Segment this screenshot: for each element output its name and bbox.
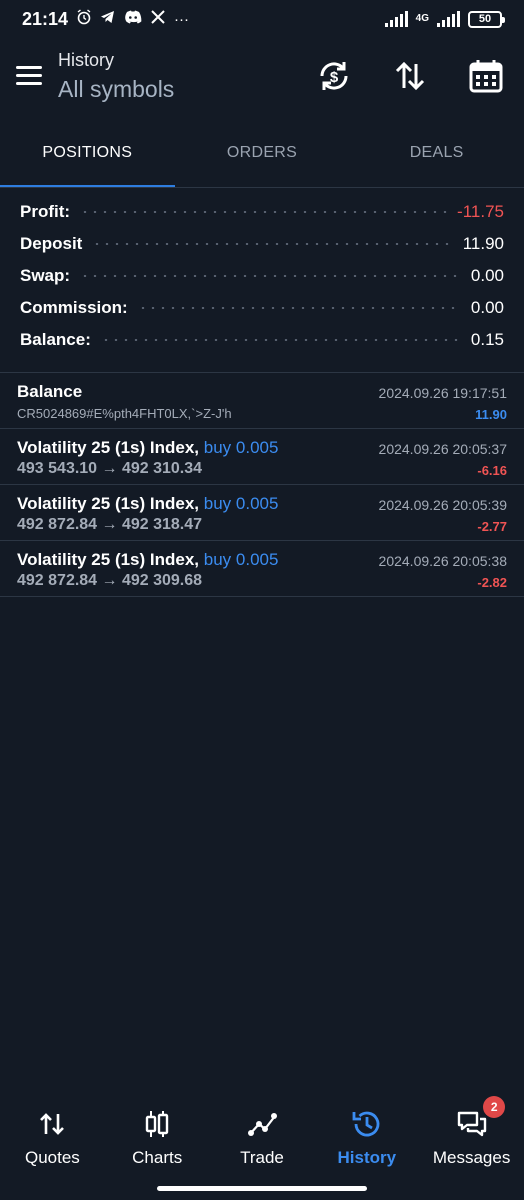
item-amount: -2.82 [477,575,507,590]
signal-icon [384,11,408,27]
tab-deals[interactable]: DEALS [349,118,524,188]
signal-icon-2 [437,11,460,27]
messages-badge: 2 [483,1096,506,1118]
network-type: 4G [415,13,429,24]
nav-label: Trade [240,1148,284,1167]
summary-label: Profit: [20,202,71,221]
item-name: Volatility 25 (1s) Index, buy 0.005 [17,494,279,513]
item-comment: CR5024869#E%pth4FHT0LX,`>Z-J'h [17,406,232,421]
dot-leader [80,275,461,277]
item-prices: 492 872.84 → 492 318.47 [17,516,203,533]
summary-label: Balance: [20,330,91,349]
summary-panel: Profit: -11.75 Deposit 11.90 Swap: 0.00 … [0,196,524,356]
menu-icon[interactable] [16,66,42,86]
summary-row-swap: Swap: 0.00 [0,260,524,292]
history-tabs: POSITIONS ORDERS DEALS [0,118,524,188]
item-amount: -6.16 [477,463,507,478]
dot-leader [137,307,461,309]
item-name: Balance [17,382,83,401]
status-time: 21:14 [22,8,69,29]
item-amount: -2.77 [477,519,507,534]
nav-label: Quotes [24,1148,80,1167]
nav-charts[interactable]: Charts [105,1100,210,1180]
summary-row-balance: Balance: 0.15 [0,324,524,356]
currency-exchange-icon[interactable]: $ [316,58,352,94]
summary-value: 0.00 [470,266,504,285]
bottom-nav: Quotes Charts Trade History 2 Messages [0,1096,524,1180]
list-item[interactable]: Balance CR5024869#E%pth4FHT0LX,`>Z-J'h 2… [0,373,524,429]
nav-label: Messages [432,1148,511,1167]
nav-label: Charts [132,1148,183,1167]
sort-icon[interactable] [392,58,428,94]
summary-label: Swap: [20,266,71,285]
dot-leader [92,243,453,245]
status-bar: 21:14 ··· 4G 50 [0,0,524,38]
nav-quotes[interactable]: Quotes [0,1100,105,1180]
item-side: buy 0.005 [203,550,279,569]
list-item[interactable]: Volatility 25 (1s) Index, buy 0.005 492 … [0,541,524,597]
summary-label: Commission: [20,298,128,317]
page-title: History [58,50,115,70]
discord-icon [124,10,142,28]
item-date: 2024.09.26 19:17:51 [378,385,507,401]
item-date: 2024.09.26 20:05:39 [378,497,507,513]
calendar-icon[interactable] [468,58,504,94]
svg-text:$: $ [330,69,339,86]
list-item[interactable]: Volatility 25 (1s) Index, buy 0.005 493 … [0,429,524,485]
nav-label: History [337,1148,397,1167]
tabs-divider [0,187,524,188]
history-list: Balance CR5024869#E%pth4FHT0LX,`>Z-J'h 2… [0,373,524,597]
history-clock-icon [352,1111,380,1137]
item-name: Volatility 25 (1s) Index, buy 0.005 [17,438,279,457]
item-date: 2024.09.26 20:05:38 [378,553,507,569]
app-header: History All symbols $ [0,38,524,118]
item-name: Volatility 25 (1s) Index, buy 0.005 [17,550,279,569]
item-amount: 11.90 [475,407,507,422]
dot-leader [100,339,461,341]
more-dots-icon: ··· [174,10,190,28]
quotes-arrows-icon [40,1113,65,1135]
alarm-icon [76,9,92,29]
messages-icon [457,1111,486,1137]
nav-history[interactable]: History [314,1100,419,1180]
summary-label: Deposit [20,234,83,253]
tab-orders[interactable]: ORDERS [175,118,350,188]
item-prices: 492 872.84 → 492 309.68 [17,572,203,589]
list-item[interactable]: Volatility 25 (1s) Index, buy 0.005 492 … [0,485,524,541]
item-side: buy 0.005 [203,438,279,457]
summary-row-deposit: Deposit 11.90 [0,228,524,260]
battery-icon: 50 [468,10,505,28]
summary-value: 0.15 [470,330,504,349]
item-prices: 493 543.10 → 492 310.34 [17,460,203,477]
nav-trade[interactable]: Trade [210,1100,315,1180]
summary-value: -11.75 [457,202,504,221]
summary-row-profit: Profit: -11.75 [0,196,524,228]
x-icon [150,9,166,29]
item-side: buy 0.005 [203,494,279,513]
title-block: History All symbols [58,50,174,103]
tab-positions[interactable]: POSITIONS [0,118,175,188]
home-indicator[interactable] [157,1186,367,1191]
battery-level: 50 [478,13,492,25]
telegram-icon [100,9,116,29]
summary-value: 0.00 [470,298,504,317]
candlestick-icon [145,1111,169,1137]
status-right: 4G 50 [384,10,505,28]
item-date: 2024.09.26 20:05:37 [378,441,507,457]
summary-row-commission: Commission: 0.00 [0,292,524,324]
trade-line-icon [247,1113,277,1136]
symbol-filter[interactable]: All symbols [58,76,174,103]
dot-leader [80,211,448,213]
summary-value: 11.90 [462,234,504,253]
nav-messages[interactable]: 2 Messages [419,1096,524,1180]
